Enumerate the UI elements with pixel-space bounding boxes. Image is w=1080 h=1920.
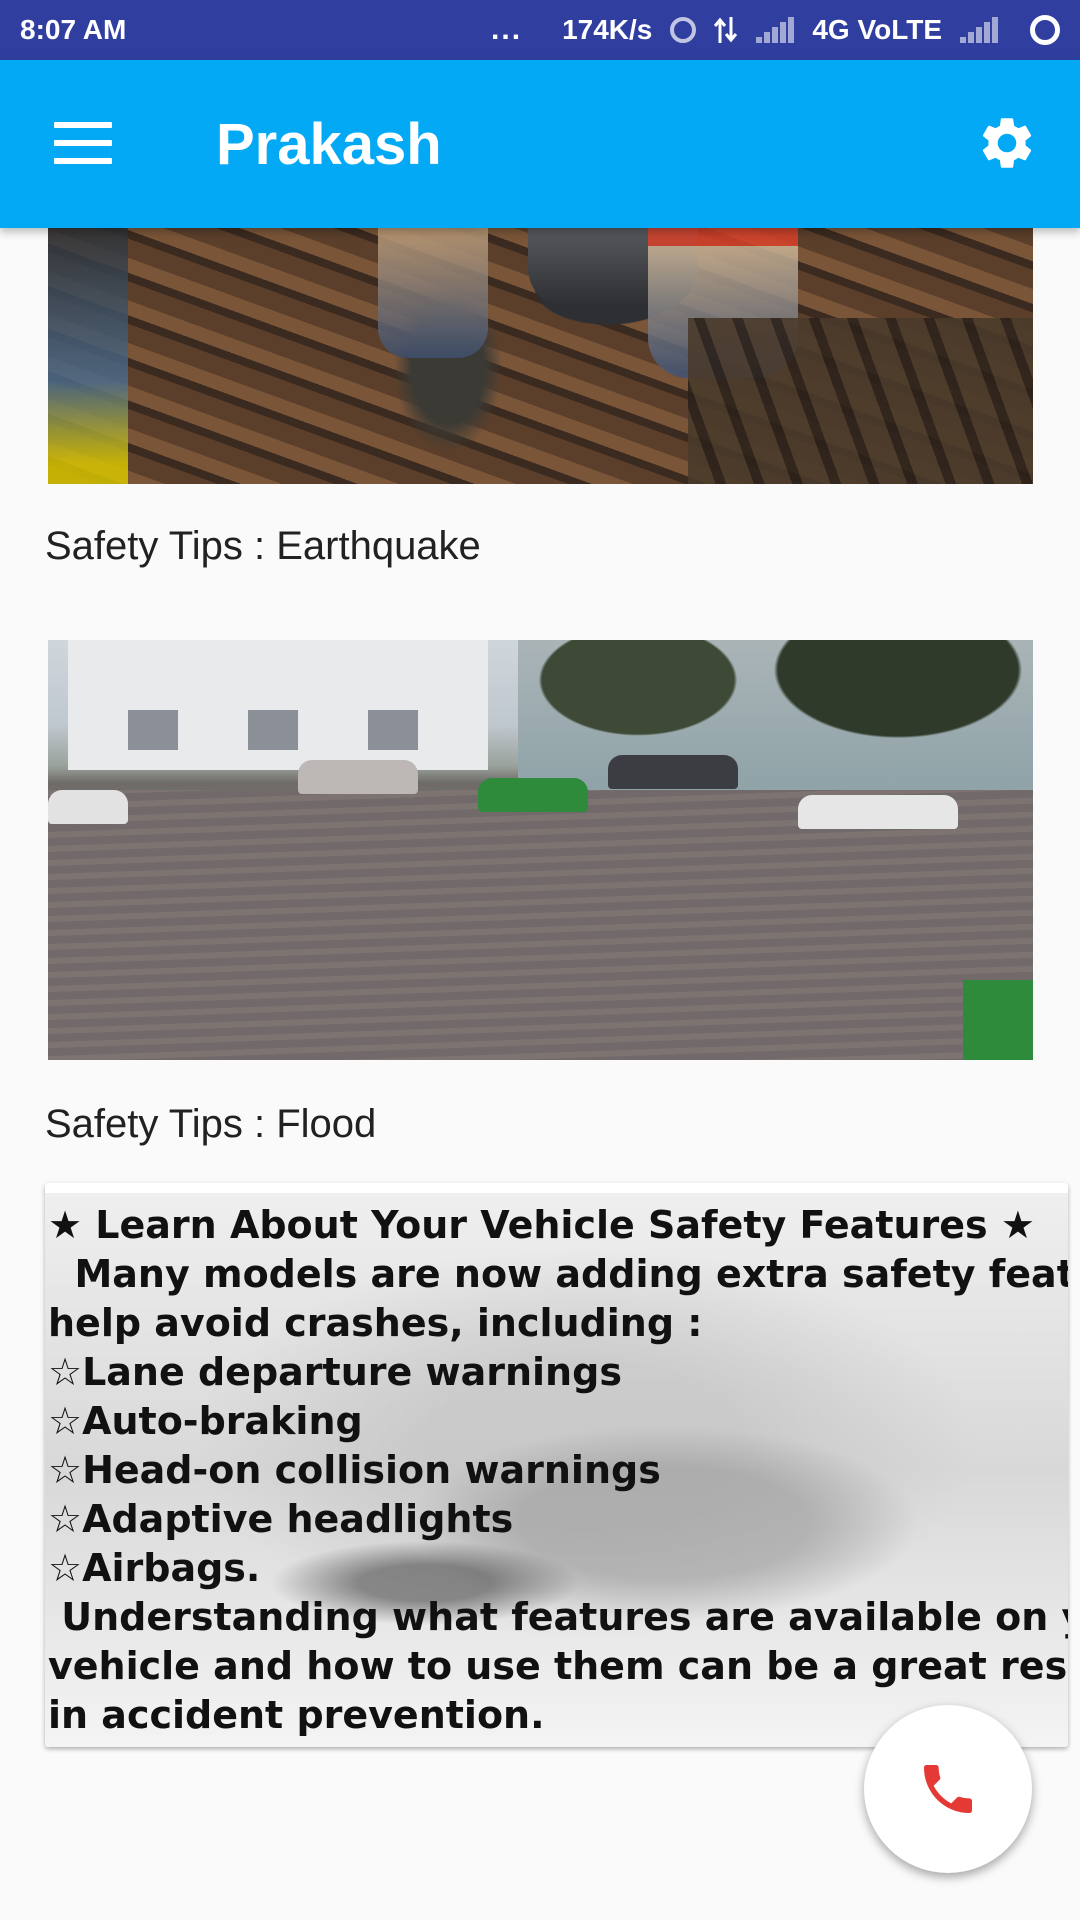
earthquake-label[interactable]: Safety Tips : Earthquake xyxy=(45,522,481,570)
info-list-item: ☆Lane departure warnings xyxy=(48,1350,622,1394)
flood-label[interactable]: Safety Tips : Flood xyxy=(45,1100,376,1148)
app-bar: Prakash xyxy=(0,60,1080,228)
hotspot-icon xyxy=(670,17,697,43)
earthquake-image[interactable] xyxy=(48,228,1033,484)
vehicle-safety-card: ★ Learn About Your Vehicle Safety Featur… xyxy=(45,1183,1068,1747)
status-time: 8:07 AM xyxy=(20,14,127,45)
info-list-item: ☆Auto-braking xyxy=(48,1399,363,1443)
network-type: 4G VoLTE xyxy=(812,14,942,45)
info-list-item: ☆Head-on collision warnings xyxy=(48,1448,661,1492)
call-fab-button[interactable] xyxy=(864,1705,1032,1873)
info-heading: ★ Learn About Your Vehicle Safety Featur… xyxy=(48,1203,1035,1247)
flood-image[interactable] xyxy=(48,640,1033,1060)
info-line: Understanding what features are availabl… xyxy=(48,1595,1068,1639)
notification-dots: ... xyxy=(491,13,523,46)
sync-icon xyxy=(1030,15,1060,45)
signal-icon xyxy=(960,17,998,43)
info-line: Many models are now adding extra safety … xyxy=(74,1252,1068,1296)
content-scroll[interactable]: Safety Tips : Earthquake Safety Tips : F… xyxy=(0,228,1080,1920)
vehicle-safety-text: ★ Learn About Your Vehicle Safety Featur… xyxy=(45,1183,1068,1740)
signal-icon xyxy=(756,17,795,43)
gear-icon[interactable] xyxy=(976,112,1038,174)
info-list-item: ☆Adaptive headlights xyxy=(48,1497,514,1541)
app-title: Prakash xyxy=(216,112,442,177)
network-speed: 174K/s xyxy=(562,14,653,45)
status-icons: ... 174K/s 4G VoLTE xyxy=(491,13,1060,47)
info-list-item: ☆Airbags. xyxy=(48,1546,261,1590)
info-line: help avoid crashes, including : xyxy=(48,1301,703,1345)
hamburger-menu-icon[interactable] xyxy=(54,122,112,164)
phone-icon xyxy=(924,1765,972,1813)
data-arrows-icon xyxy=(714,17,738,43)
info-line: vehicle and how to use them can be a gre… xyxy=(48,1644,1068,1688)
status-bar: 8:07 AM ... 174K/s 4G VoLTE xyxy=(0,0,1080,60)
